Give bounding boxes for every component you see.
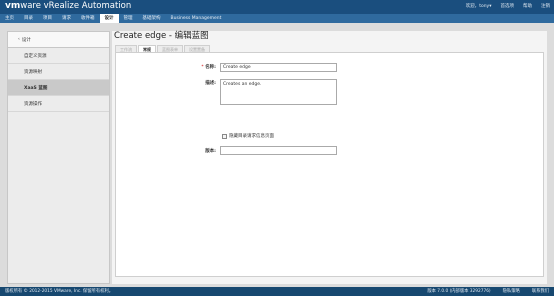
main-content: Create edge - 编辑蓝图 工作流 常规 蓝图表单 设置置备 * 名称: C…	[112, 31, 547, 296]
welcome-user: 欢迎，tony▾	[466, 3, 492, 10]
copyright-text: 版权所有 © 2012-2015 VMware, Inc. 保留所有权利。	[5, 289, 114, 294]
hide-request-info-checkbox[interactable]	[222, 133, 227, 139]
version-field[interactable]	[220, 146, 337, 155]
sidebar-items: 自定义资源 资源映射 XaaS 蓝图 资源操作	[8, 48, 109, 112]
status-links: 版本 7.0.0 (内部版本 3292776) 隐私策略 联系我们	[427, 287, 549, 296]
nav-item-6[interactable]: 管理	[119, 14, 138, 23]
privacy-link[interactable]: 隐私策略	[503, 287, 520, 296]
sidebar-back-design[interactable]: ‹ 设计	[8, 32, 109, 48]
tab-bar: 工作流 常规 蓝图表单 设置置备	[115, 45, 210, 52]
sidebar-item-1[interactable]: 资源映射	[8, 64, 109, 80]
required-marker: *	[201, 65, 204, 70]
nav-item-7[interactable]: 基础架构	[138, 14, 166, 23]
product-name: vRealize Automation	[40, 1, 132, 11]
nav-item-1[interactable]: 目录	[19, 14, 38, 23]
form-panel: * 名称: Create edge 描述: Creates an edge. 隐…	[115, 52, 544, 296]
sidebar-item-2[interactable]: XaaS 蓝图	[8, 80, 109, 96]
name-label: * 名称:	[184, 64, 216, 70]
version-label: 版本:	[205, 149, 216, 154]
user-dropdown-icon[interactable]: ▾	[489, 3, 491, 10]
header-links: 欢迎，tony▾ 首选项 帮助 注销	[466, 3, 550, 10]
hide-request-info-label: 隐藏目录请求信息页面	[229, 134, 274, 139]
nav-item-5[interactable]: 设计	[99, 14, 119, 23]
sidebar-item-0[interactable]: 自定义资源	[8, 48, 109, 64]
top-header: vmware vRealize Automation 欢迎，tony▾ 首选项 …	[0, 0, 554, 14]
vmware-logo: vmware vRealize Automation	[5, 1, 131, 12]
tab-0[interactable]: 工作流	[115, 45, 137, 52]
description-field[interactable]: Creates an edge.	[220, 79, 337, 105]
back-arrow-icon: ‹	[18, 37, 20, 42]
page-title: Create edge - 编辑蓝图	[114, 31, 209, 41]
nav-item-0[interactable]: 主页	[0, 14, 19, 23]
hide-request-info-row[interactable]: 隐藏目录请求信息页面	[222, 133, 274, 139]
main-nav: 主页 目录 项目 请求 收件箱 设计 管理 基础架构 Business Management	[0, 14, 554, 23]
name-field[interactable]: Create edge	[220, 63, 337, 72]
nav-item-3[interactable]: 请求	[57, 14, 76, 23]
nav-item-2[interactable]: 项目	[38, 14, 57, 23]
user-name[interactable]: tony	[479, 3, 489, 10]
status-bar: 版权所有 © 2012-2015 VMware, Inc. 保留所有权利。 版本…	[0, 287, 554, 296]
name-label-text: 名称:	[205, 65, 216, 70]
welcome-text: 欢迎，	[465, 4, 480, 9]
preferences-link[interactable]: 首选项	[501, 3, 515, 10]
nav-item-8[interactable]: Business Management	[166, 14, 227, 23]
sidebar: ‹ 设计 自定义资源 资源映射 XaaS 蓝图 资源操作	[7, 31, 110, 284]
logout-link[interactable]: 注销	[541, 3, 550, 10]
tab-2[interactable]: 蓝图表单	[157, 45, 183, 52]
version-text: 版本 7.0.0 (内部版本 3292776)	[427, 289, 491, 294]
sidebar-back-label: 设计	[21, 37, 31, 43]
sidebar-item-3[interactable]: 资源操作	[8, 96, 109, 112]
tab-3[interactable]: 设置置备	[184, 45, 210, 52]
logo-ware: ware	[20, 1, 41, 11]
tab-1[interactable]: 常规	[138, 45, 156, 52]
description-label: 描述:	[205, 81, 216, 86]
logo-vm: vm	[5, 1, 21, 11]
nav-item-4[interactable]: 收件箱	[76, 14, 100, 23]
help-link[interactable]: 帮助	[523, 3, 532, 10]
contact-link[interactable]: 联系我们	[532, 287, 549, 296]
